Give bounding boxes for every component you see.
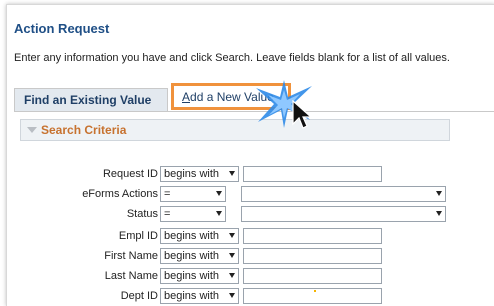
- triangle-down-icon: [27, 127, 37, 133]
- dept-id-input[interactable]: [243, 288, 382, 304]
- decorative-dot: [314, 290, 316, 292]
- field-label-status: Status: [126, 208, 158, 220]
- chevron-down-icon: [436, 191, 442, 196]
- tab-find-existing-value[interactable]: Find an Existing Value: [14, 88, 168, 111]
- operator-select-first-name[interactable]: begins with: [160, 248, 239, 264]
- chevron-down-icon: [229, 293, 235, 298]
- request-id-input[interactable]: [243, 166, 382, 182]
- empl-id-input[interactable]: [243, 228, 382, 244]
- operator-select-dept-id[interactable]: begins with: [160, 288, 239, 304]
- tab-find-label: Find an Existing Value: [24, 93, 152, 107]
- first-name-input[interactable]: [243, 248, 382, 264]
- instructions-text: Enter any information you have and click…: [14, 52, 450, 64]
- field-label-request-id: Request ID: [102, 168, 158, 180]
- field-label-last-name: Last Name: [104, 270, 158, 282]
- search-criteria-header[interactable]: Search Criteria: [20, 119, 450, 141]
- operator-value-first-name: begins with: [164, 250, 220, 262]
- operator-value-dept-id: begins with: [164, 290, 220, 302]
- field-row-empl-id: Empl ID begins with: [0, 228, 494, 246]
- field-row-status: Status =: [0, 206, 494, 224]
- operator-value-eforms-actions: =: [164, 188, 171, 200]
- operator-value-last-name: begins with: [164, 270, 220, 282]
- chevron-down-icon: [216, 211, 222, 216]
- field-row-first-name: First Name begins with: [0, 248, 494, 266]
- field-row-last-name: Last Name begins with: [0, 268, 494, 286]
- field-row-request-id: Request ID begins with: [0, 166, 494, 184]
- operator-select-status[interactable]: =: [160, 206, 226, 222]
- last-name-input[interactable]: [243, 268, 382, 284]
- field-label-first-name: First Name: [104, 250, 158, 262]
- mouse-pointer-icon: [292, 100, 313, 129]
- chevron-down-icon: [229, 273, 235, 278]
- chevron-down-icon: [229, 233, 235, 238]
- chevron-down-icon: [229, 253, 235, 258]
- operator-select-eforms-actions[interactable]: =: [160, 186, 226, 202]
- operator-value-status: =: [164, 208, 171, 220]
- search-criteria-title: Search Criteria: [41, 123, 127, 137]
- chevron-down-icon: [216, 191, 222, 196]
- page-title: Action Request: [14, 21, 110, 36]
- field-label-eforms-actions: eForms Actions: [82, 188, 158, 200]
- field-row-eforms-actions: eForms Actions =: [0, 186, 494, 204]
- field-label-dept-id: Dept ID: [120, 290, 158, 302]
- operator-value-empl-id: begins with: [164, 230, 220, 242]
- chevron-down-icon: [229, 171, 235, 176]
- status-select[interactable]: [241, 206, 446, 222]
- chevron-down-icon: [436, 211, 442, 216]
- eforms-actions-select[interactable]: [241, 186, 446, 202]
- operator-select-last-name[interactable]: begins with: [160, 268, 239, 284]
- operator-value-request-id: begins with: [164, 168, 220, 180]
- field-row-dept-id: Dept ID begins with: [0, 288, 494, 306]
- field-label-empl-id: Empl ID: [118, 230, 158, 242]
- operator-select-request-id[interactable]: begins with: [160, 166, 239, 182]
- operator-select-empl-id[interactable]: begins with: [160, 228, 239, 244]
- tab-add-accesskey: A: [182, 89, 191, 104]
